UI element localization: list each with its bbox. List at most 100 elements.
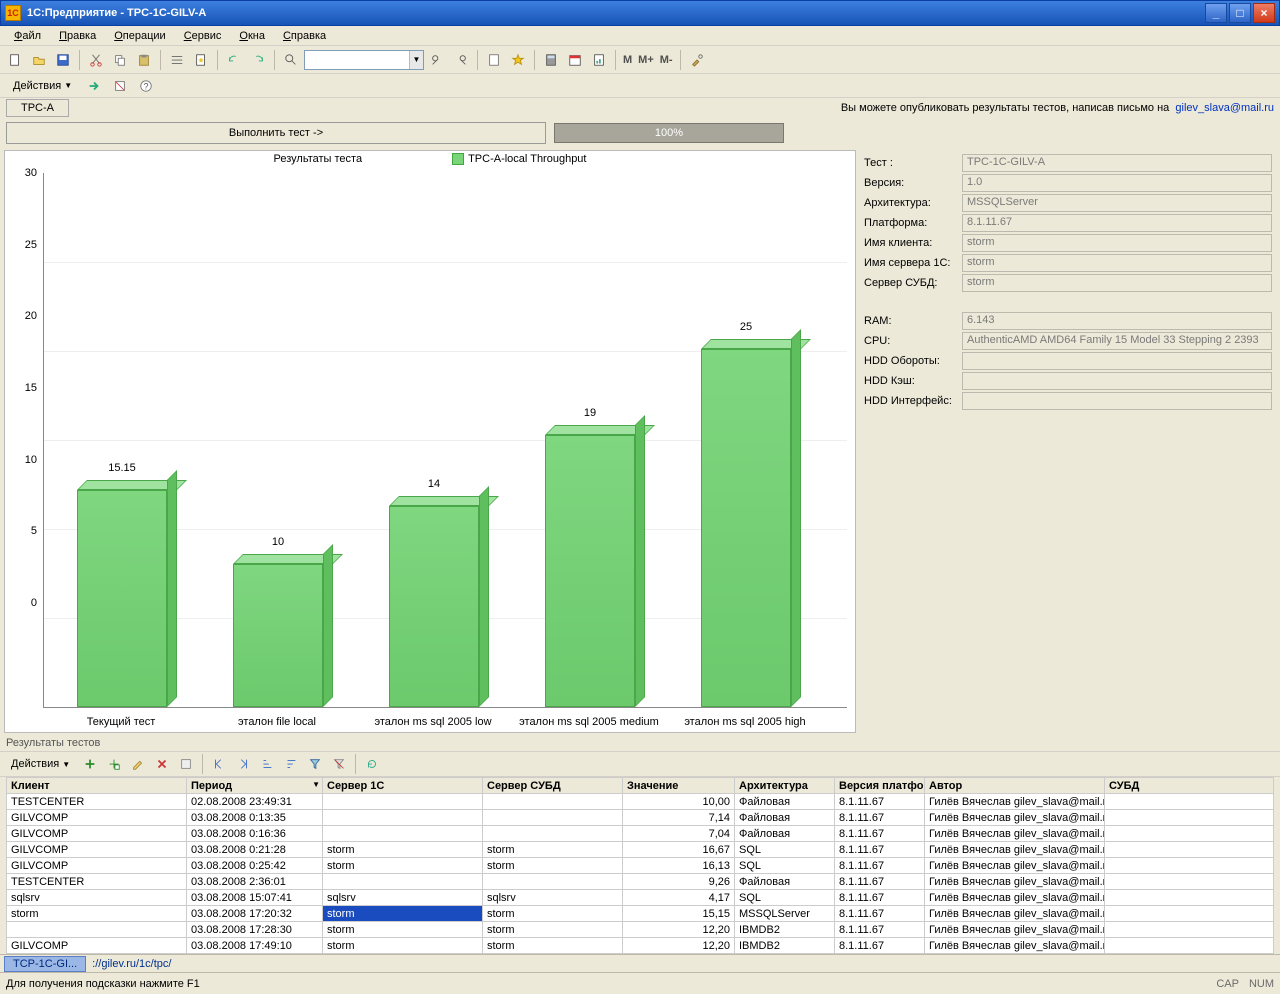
move-left-icon[interactable]: [208, 753, 230, 775]
menu-Файл[interactable]: Файл: [6, 28, 49, 44]
menu-Операции[interactable]: Операции: [106, 28, 173, 44]
col-header[interactable]: Клиент: [7, 778, 187, 794]
docstar-icon[interactable]: [190, 49, 212, 71]
save-icon[interactable]: [52, 49, 74, 71]
move-right-icon[interactable]: [232, 753, 254, 775]
calendar-icon[interactable]: [564, 49, 586, 71]
clipboard-icon[interactable]: [483, 49, 505, 71]
cell: [483, 810, 623, 826]
info-value[interactable]: 6.143: [962, 312, 1272, 330]
status-cap: CAP: [1216, 978, 1239, 990]
menu-Справка[interactable]: Справка: [275, 28, 334, 44]
open-icon[interactable]: [28, 49, 50, 71]
config-icon[interactable]: [109, 75, 131, 97]
table-row[interactable]: GILVCOMP03.08.2008 17:49:10stormstorm12,…: [7, 938, 1274, 954]
menu-Окна[interactable]: Окна: [231, 28, 273, 44]
cell: [1105, 826, 1274, 842]
info-label: HDD Интерфейс:: [864, 395, 962, 407]
col-header[interactable]: Сервер 1С: [323, 778, 483, 794]
publish-email-link[interactable]: gilev_slava@mail.ru: [1175, 102, 1274, 114]
minimize-button[interactable]: _: [1205, 3, 1227, 23]
col-header[interactable]: Автор: [925, 778, 1105, 794]
table-row[interactable]: TESTCENTER03.08.2008 2:36:019,26Файловая…: [7, 874, 1274, 890]
m-label[interactable]: M: [621, 54, 634, 66]
tab-tpc-a[interactable]: TPC-A: [6, 99, 69, 117]
sort-desc-icon[interactable]: [280, 753, 302, 775]
info-value[interactable]: storm: [962, 274, 1272, 292]
table-row[interactable]: GILVCOMP03.08.2008 0:13:357,14Файловая8.…: [7, 810, 1274, 826]
col-header[interactable]: Значение: [623, 778, 735, 794]
table-row[interactable]: GILVCOMP03.08.2008 0:21:28stormstorm16,6…: [7, 842, 1274, 858]
y-tick: 15: [11, 382, 37, 394]
paste-icon[interactable]: [133, 49, 155, 71]
info-value[interactable]: AuthenticAMD AMD64 Family 15 Model 33 St…: [962, 332, 1272, 350]
mark-icon[interactable]: [175, 753, 197, 775]
menu-Сервис[interactable]: Сервис: [176, 28, 230, 44]
table-row[interactable]: GILVCOMP03.08.2008 0:16:367,04Файловая8.…: [7, 826, 1274, 842]
filter-icon[interactable]: [304, 753, 326, 775]
info-value[interactable]: storm: [962, 254, 1272, 272]
sort-asc-icon[interactable]: [256, 753, 278, 775]
add-icon[interactable]: [79, 753, 101, 775]
redo-icon[interactable]: [247, 49, 269, 71]
cell: SQL: [735, 858, 835, 874]
info-row: Архитектура:MSSQLServer: [864, 194, 1272, 212]
list-icon[interactable]: [166, 49, 188, 71]
info-row: Сервер СУБД:storm: [864, 274, 1272, 292]
add-copy-icon[interactable]: [103, 753, 125, 775]
col-header[interactable]: Версия платфо...: [835, 778, 925, 794]
copy-icon[interactable]: [109, 49, 131, 71]
col-header[interactable]: Сервер СУБД: [483, 778, 623, 794]
run-test-button[interactable]: Выполнить тест ->: [6, 122, 546, 144]
actions-bar: Действия▼ ?: [0, 74, 1280, 98]
find-icon[interactable]: [280, 49, 302, 71]
info-value[interactable]: TPC-1C-GILV-A: [962, 154, 1272, 172]
new-doc-icon[interactable]: [4, 49, 26, 71]
help-icon[interactable]: ?: [135, 75, 157, 97]
m-plus-label[interactable]: M+: [636, 54, 656, 66]
table-row[interactable]: 03.08.2008 17:28:30stormstorm12,20IBMDB2…: [7, 922, 1274, 938]
col-header[interactable]: Период▼: [187, 778, 323, 794]
col-header[interactable]: СУБД: [1105, 778, 1274, 794]
menu-Правка[interactable]: Правка: [51, 28, 104, 44]
find-next-icon[interactable]: [450, 49, 472, 71]
info-row: HDD Кэш:: [864, 372, 1272, 390]
star-icon[interactable]: [507, 49, 529, 71]
actions-button-top[interactable]: Действия▼: [6, 77, 79, 95]
cell: Гилёв Вячеслав gilev_slava@mail.ru: [925, 938, 1105, 954]
calc-icon[interactable]: [540, 49, 562, 71]
col-header[interactable]: Архитектура: [735, 778, 835, 794]
info-value[interactable]: [962, 392, 1272, 410]
table-row[interactable]: storm03.08.2008 17:20:32stormstorm15,15M…: [7, 906, 1274, 922]
info-value[interactable]: 8.1.11.67: [962, 214, 1272, 232]
undo-icon[interactable]: [223, 49, 245, 71]
info-value[interactable]: [962, 372, 1272, 390]
info-value[interactable]: storm: [962, 234, 1272, 252]
edit-icon[interactable]: [127, 753, 149, 775]
cut-icon[interactable]: [85, 49, 107, 71]
maximize-button[interactable]: □: [1229, 3, 1251, 23]
results-table[interactable]: КлиентПериод▼Сервер 1ССервер СУБДЗначени…: [6, 777, 1274, 954]
report-icon[interactable]: [588, 49, 610, 71]
delete-icon[interactable]: [151, 753, 173, 775]
info-value[interactable]: 1.0: [962, 174, 1272, 192]
cell: [323, 826, 483, 842]
info-row: Имя клиента:storm: [864, 234, 1272, 252]
find-prev-icon[interactable]: [426, 49, 448, 71]
actions-button-results[interactable]: Действия▼: [4, 755, 77, 773]
cell: 16,67: [623, 842, 735, 858]
table-row[interactable]: GILVCOMP03.08.2008 0:25:42stormstorm16,1…: [7, 858, 1274, 874]
go-icon[interactable]: [83, 75, 105, 97]
refresh-icon[interactable]: [361, 753, 383, 775]
filter-off-icon[interactable]: [328, 753, 350, 775]
info-value[interactable]: MSSQLServer: [962, 194, 1272, 212]
y-tick: 5: [11, 525, 37, 537]
task-chip[interactable]: TCP-1C-GI...: [4, 956, 86, 972]
search-combo[interactable]: ▼: [304, 50, 424, 70]
m-minus-label[interactable]: M-: [658, 54, 675, 66]
table-row[interactable]: TESTCENTER02.08.2008 23:49:3110,00Файлов…: [7, 794, 1274, 810]
info-value[interactable]: [962, 352, 1272, 370]
tools-icon[interactable]: [686, 49, 708, 71]
table-row[interactable]: sqlsrv03.08.2008 15:07:41sqlsrvsqlsrv4,1…: [7, 890, 1274, 906]
close-button[interactable]: ×: [1253, 3, 1275, 23]
